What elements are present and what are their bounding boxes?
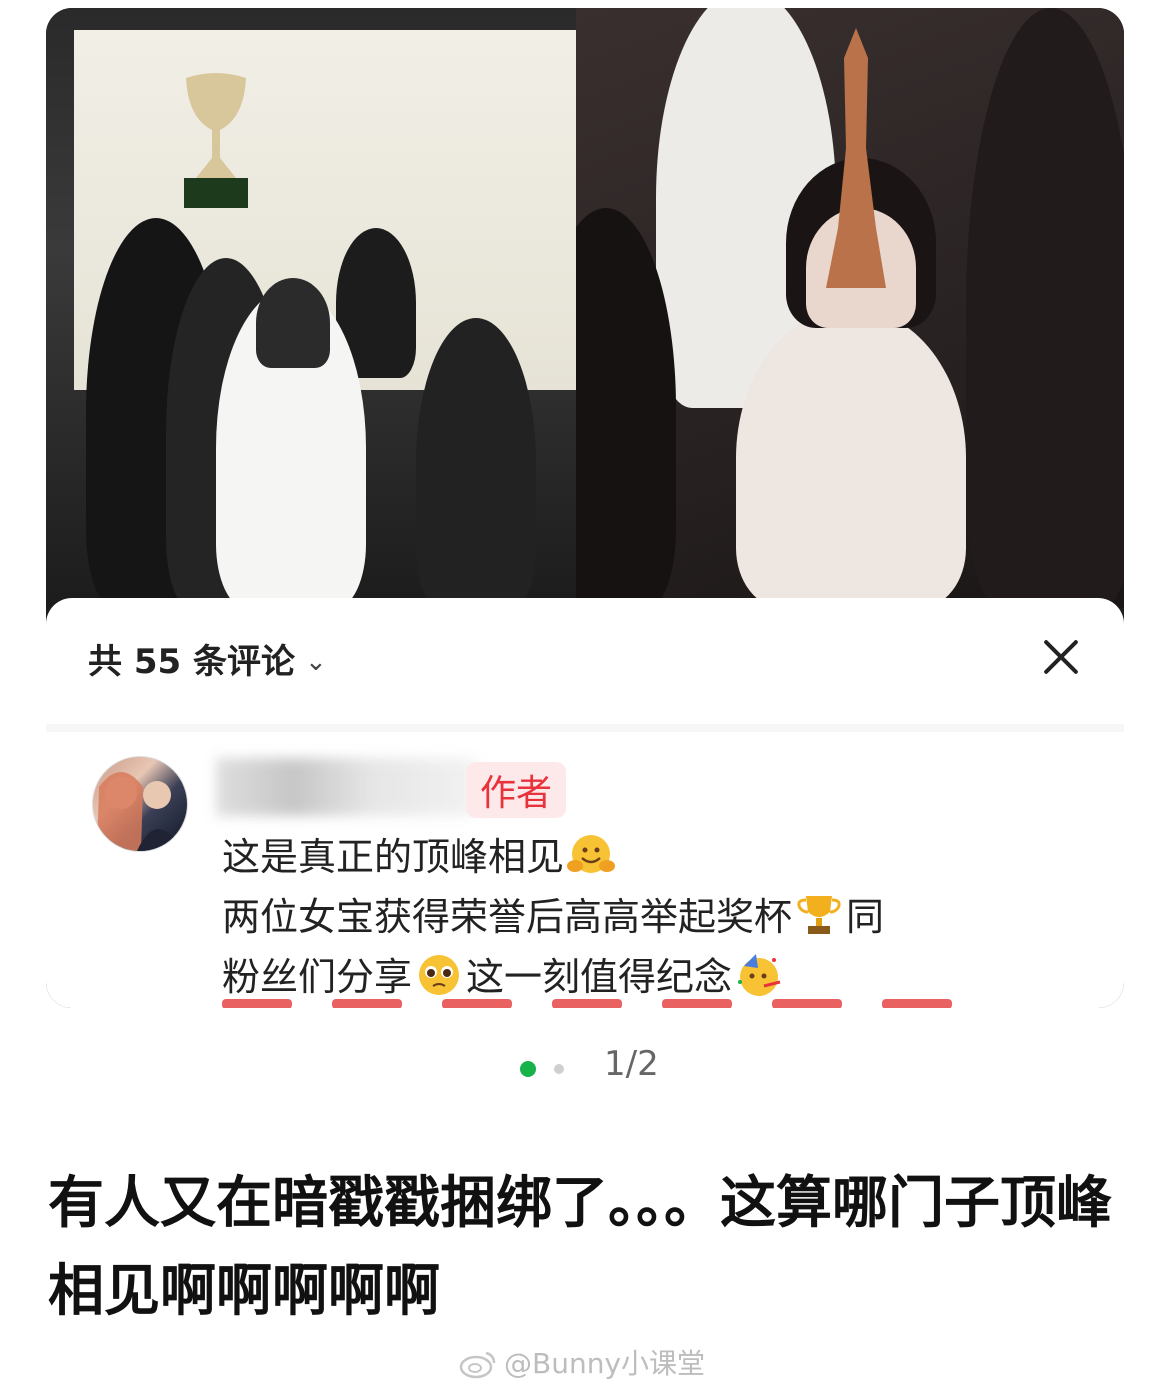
watermark: @Bunny小课堂 [458, 1342, 705, 1382]
party-face-emoji [738, 954, 781, 996]
comment-count-dropdown[interactable]: 共 55 条评论 ⌄ [88, 634, 327, 683]
pleading-face-emoji [419, 955, 460, 995]
weibo-logo-icon [459, 1351, 496, 1379]
close-icon[interactable] [1038, 634, 1084, 680]
page-indicator [520, 1058, 582, 1077]
comment-count-label: 共 55 条评论 [88, 642, 295, 682]
comment-sheet: 共 55 条评论 ⌄ 作者 这是真正的顶峰相见 两位女宝获得荣誉后高高举起奖杯同 … [46, 598, 1124, 1008]
page-dot-1[interactable] [520, 1060, 536, 1077]
hugging-face-emoji [567, 835, 616, 873]
photo-right [576, 8, 1124, 608]
comment-line-2: 两位女宝获得荣誉后高高举起奖杯同 [222, 886, 884, 941]
author-badge: 作者 [466, 762, 567, 818]
trophy-emoji [797, 896, 841, 934]
divider [46, 724, 1124, 732]
chevron-down-icon: ⌄ [305, 647, 327, 677]
watermark-text: @Bunny小课堂 [504, 1347, 706, 1380]
page-dot-2[interactable] [554, 1063, 564, 1074]
blurred-username [216, 758, 476, 816]
comment-line-3: 粉丝们分享 这一刻值得纪念 [222, 946, 786, 1001]
post-text: 有人又在暗戳戳捆绑了。。。这算哪门子顶峰相见啊啊啊啊啊 [48, 1171, 1112, 1324]
photo-left [46, 8, 576, 608]
truncated-next-line [222, 994, 1072, 1008]
comment-line-1: 这是真正的顶峰相见 [222, 826, 618, 881]
post-image-card[interactable]: 共 55 条评论 ⌄ 作者 这是真正的顶峰相见 两位女宝获得荣誉后高高举起奖杯同 … [46, 8, 1124, 1008]
avatar[interactable] [92, 756, 188, 852]
page-counter: 1/2 [604, 1044, 659, 1084]
